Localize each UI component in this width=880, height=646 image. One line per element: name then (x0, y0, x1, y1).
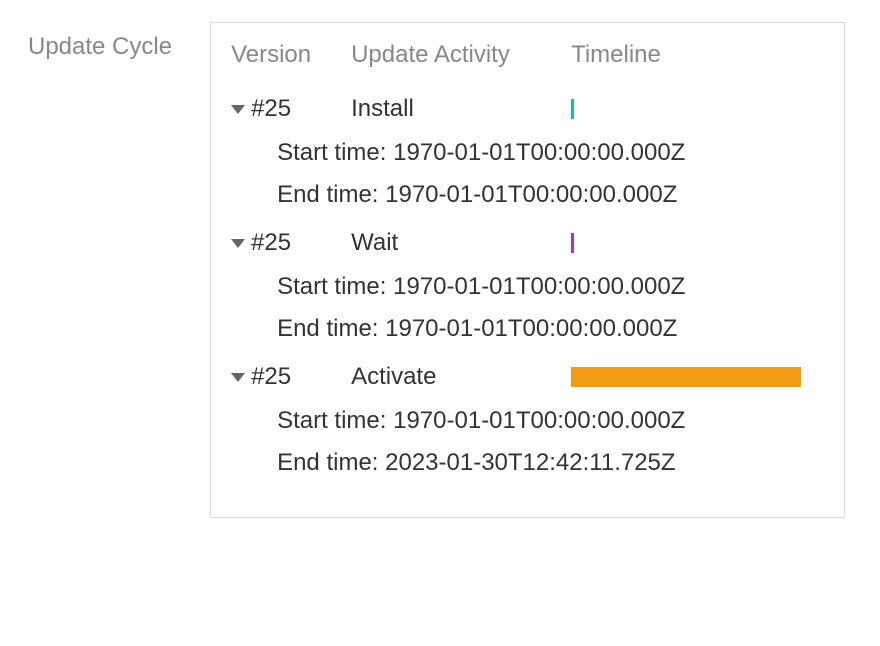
activity-value: Wait (351, 229, 571, 257)
update-cycle-panel: Version Update Activity Timeline #25 Ins… (210, 22, 845, 518)
start-time-row: Start time: 1970-01-01T00:00:00.000Z (277, 267, 824, 309)
end-time-value: 2023-01-30T12:42:11.725Z (385, 449, 675, 476)
table-header: Version Update Activity Timeline (231, 41, 824, 69)
timeline-bar-container (571, 367, 824, 387)
end-time-row: End time: 1970-01-01T00:00:00.000Z (277, 175, 824, 217)
table-row: #25 Activate Start time: 1970-01-01T00:0… (231, 357, 824, 485)
version-value: #25 (251, 363, 291, 391)
end-time-value: 1970-01-01T00:00:00.000Z (385, 315, 677, 342)
header-version: Version (231, 41, 351, 69)
timeline-bar (571, 233, 574, 253)
section-label: Update Cycle (28, 22, 172, 65)
version-value: #25 (251, 229, 291, 257)
chevron-down-icon[interactable] (231, 239, 245, 248)
activity-value: Activate (351, 363, 571, 391)
end-time-row: End time: 1970-01-01T00:00:00.000Z (277, 309, 824, 351)
version-value: #25 (251, 95, 291, 123)
timeline-bar (571, 99, 574, 119)
chevron-down-icon[interactable] (231, 373, 245, 382)
activity-value: Install (351, 95, 571, 123)
table-row: #25 Wait Start time: 1970-01-01T00:00:00… (231, 223, 824, 351)
start-time-row: Start time: 1970-01-01T00:00:00.000Z (277, 401, 824, 443)
timeline-bar-container (571, 233, 824, 253)
timeline-bar (571, 367, 801, 387)
start-time-value: 1970-01-01T00:00:00.000Z (393, 139, 685, 166)
end-time-row: End time: 2023-01-30T12:42:11.725Z (277, 443, 824, 485)
header-activity: Update Activity (351, 41, 571, 69)
header-timeline: Timeline (571, 41, 824, 69)
chevron-down-icon[interactable] (231, 105, 245, 114)
start-time-value: 1970-01-01T00:00:00.000Z (393, 407, 685, 434)
timeline-bar-container (571, 99, 824, 119)
start-time-row: Start time: 1970-01-01T00:00:00.000Z (277, 133, 824, 175)
start-time-value: 1970-01-01T00:00:00.000Z (393, 273, 685, 300)
table-row: #25 Install Start time: 1970-01-01T00:00… (231, 89, 824, 217)
end-time-value: 1970-01-01T00:00:00.000Z (385, 181, 677, 208)
